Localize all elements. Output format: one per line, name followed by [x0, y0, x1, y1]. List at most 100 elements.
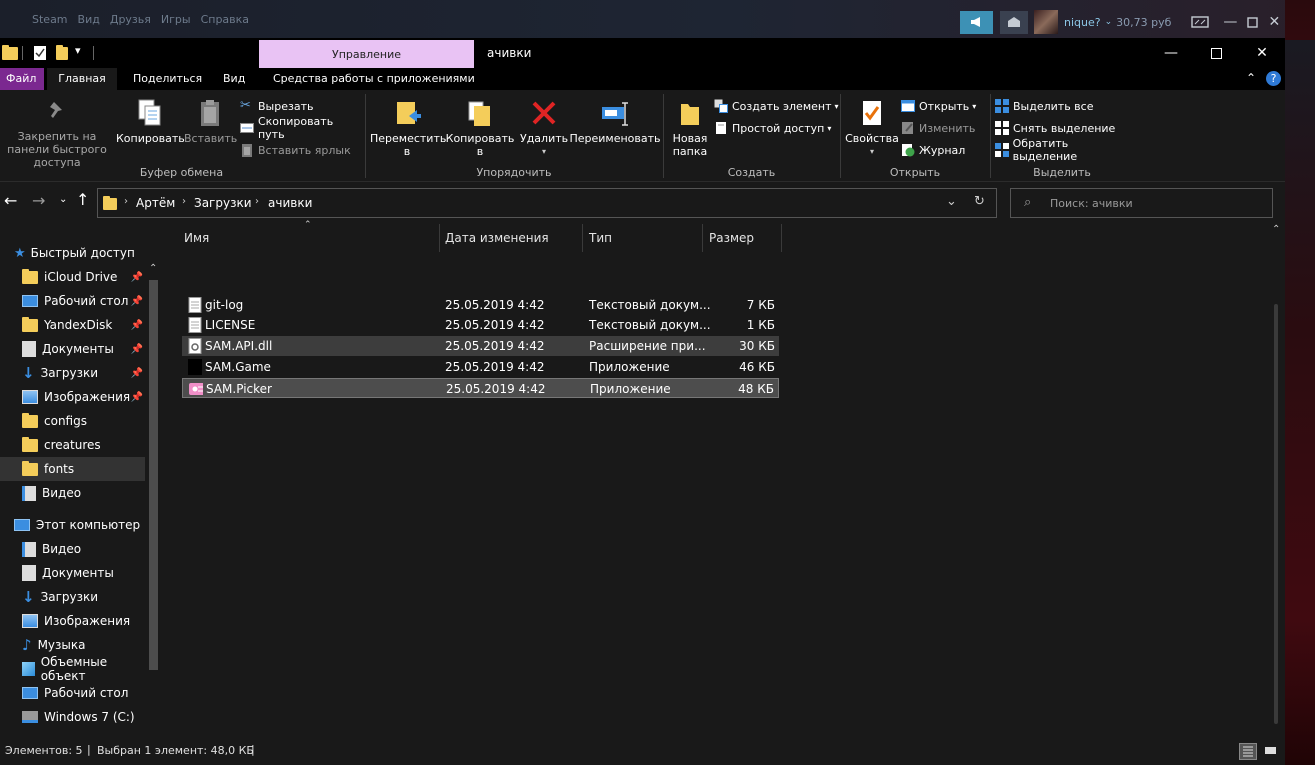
- file-row-sam-game[interactable]: SAM.Game 25.05.2019 4:42 Приложение 46 К…: [182, 357, 779, 377]
- steam-menu-steam[interactable]: Steam: [32, 13, 68, 26]
- refresh-icon[interactable]: ↻: [974, 194, 985, 209]
- breadcrumb-downloads[interactable]: Загрузки: [194, 196, 252, 210]
- nav-pc-videos[interactable]: Видео: [0, 537, 145, 561]
- address-bar[interactable]: › Артём › Загрузки › ачивки ⌄ ↻: [97, 188, 997, 218]
- nav-pc-downloads[interactable]: ↓ Загрузки: [0, 585, 145, 609]
- column-header-date[interactable]: Дата изменения: [440, 224, 583, 252]
- breadcrumb-user[interactable]: Артём: [136, 196, 175, 210]
- new-item-button[interactable]: Создать элемент ▾: [714, 96, 839, 116]
- paste-button[interactable]: Вставить: [184, 98, 237, 145]
- nav-item-configs[interactable]: configs: [0, 409, 145, 433]
- maximize-button[interactable]: [1193, 38, 1239, 68]
- file-row-git-log[interactable]: git-log 25.05.2019 4:42 Текстовый докум.…: [182, 295, 779, 315]
- documents-icon: [22, 565, 36, 581]
- column-header-size[interactable]: Размер: [703, 224, 782, 252]
- tab-share[interactable]: Поделиться: [123, 68, 212, 90]
- large-icons-view-button[interactable]: [1262, 743, 1280, 760]
- select-none-button[interactable]: Снять выделение: [995, 118, 1115, 138]
- close-button[interactable]: ✕: [1239, 38, 1285, 68]
- properties-icon[interactable]: [33, 45, 47, 61]
- avatar[interactable]: [1034, 10, 1058, 34]
- minimize-button[interactable]: —: [1148, 38, 1194, 68]
- nav-pc-drive-c[interactable]: Windows 7 (C:): [0, 705, 145, 729]
- pin-quick-access-button[interactable]: Закрепить на панели быстрого доступа: [0, 98, 114, 169]
- breadcrumb-separator-icon: ›: [255, 196, 259, 207]
- file-row-sam-api-dll[interactable]: SAM.API.dll 25.05.2019 4:42 Расширение п…: [182, 336, 779, 356]
- file-row-sam-picker[interactable]: SAM.Picker 25.05.2019 4:42 Приложение 48…: [182, 378, 779, 398]
- nav-item-yandexdisk[interactable]: YandexDisk 📌: [0, 313, 145, 337]
- recent-locations-icon[interactable]: ⌄: [59, 194, 67, 205]
- nav-item-fonts[interactable]: fonts: [0, 457, 145, 481]
- properties-button[interactable]: Свойства ▾: [845, 98, 899, 158]
- steam-menu-friends[interactable]: Друзья: [110, 13, 151, 26]
- tab-home[interactable]: Главная: [47, 68, 117, 90]
- chevron-down-icon: ⌄: [1104, 17, 1113, 27]
- big-picture-button[interactable]: [1189, 11, 1211, 34]
- copy-button[interactable]: Копировать: [116, 98, 185, 145]
- column-header-type[interactable]: Тип: [583, 224, 703, 252]
- rename-button[interactable]: Переименовать: [569, 98, 661, 145]
- new-folder-button[interactable]: Новая папка: [668, 98, 712, 158]
- nav-item-pictures[interactable]: Изображения 📌: [0, 385, 145, 409]
- nav-quick-access[interactable]: ★ Быстрый доступ: [14, 241, 145, 265]
- up-arrow-icon[interactable]: ↑: [76, 192, 89, 208]
- nav-item-downloads[interactable]: ↓ Загрузки 📌: [0, 361, 145, 385]
- new-folder-icon[interactable]: [56, 45, 68, 60]
- qat-dropdown-icon[interactable]: ▾: [75, 44, 81, 57]
- breadcrumb-separator-icon: ›: [182, 196, 186, 207]
- details-view-button[interactable]: [1239, 743, 1257, 760]
- steam-username[interactable]: nique?: [1064, 16, 1101, 29]
- back-arrow-icon[interactable]: ←: [4, 193, 17, 209]
- background-art-right: [1285, 40, 1315, 765]
- search-box[interactable]: ⌕ Поиск: ачивки: [1010, 188, 1273, 218]
- steam-minimize-button[interactable]: —: [1219, 11, 1241, 34]
- steam-close-button[interactable]: ✕: [1263, 11, 1285, 34]
- easy-access-button[interactable]: Простой доступ ▾: [714, 118, 831, 138]
- tab-file[interactable]: Файл: [0, 68, 44, 90]
- nav-pc-pictures[interactable]: Изображения: [0, 609, 145, 633]
- paste-shortcut-button[interactable]: Вставить ярлык: [240, 140, 351, 160]
- delete-button[interactable]: Удалить ▾: [520, 98, 568, 158]
- invert-selection-button[interactable]: Обратить выделение: [995, 137, 1133, 163]
- file-row-license[interactable]: LICENSE 25.05.2019 4:42 Текстовый докум.…: [182, 315, 779, 335]
- steam-menu-games[interactable]: Игры: [161, 13, 191, 26]
- help-icon[interactable]: ?: [1266, 71, 1281, 86]
- nav-pc-music[interactable]: ♪ Музыка: [0, 633, 145, 657]
- nav-pc-3d-objects[interactable]: Объемные объект: [0, 655, 145, 683]
- nav-pc-desktop[interactable]: Рабочий стол: [0, 681, 145, 705]
- copy-icon: [138, 99, 161, 126]
- edit-button[interactable]: Изменить: [901, 118, 975, 138]
- notifications-button[interactable]: [1000, 10, 1028, 34]
- nav-item-icloud[interactable]: iCloud Drive 📌: [0, 265, 145, 289]
- cut-button[interactable]: ✂ Вырезать: [240, 96, 313, 116]
- scrollbar-thumb[interactable]: [149, 280, 158, 670]
- nav-item-videos[interactable]: Видео: [0, 481, 145, 505]
- tab-view[interactable]: Вид: [213, 68, 255, 90]
- nav-this-pc[interactable]: Этот компьютер: [14, 513, 145, 537]
- address-dropdown-icon[interactable]: ⌄: [946, 194, 957, 209]
- nav-item-desktop[interactable]: Рабочий стол 📌: [0, 289, 145, 313]
- history-button[interactable]: Журнал: [901, 140, 965, 160]
- column-header-name[interactable]: Имя: [178, 224, 440, 252]
- breadcrumb-current[interactable]: ачивки: [268, 196, 312, 210]
- move-to-button[interactable]: Переместить в: [370, 98, 446, 158]
- tab-app-tools[interactable]: Средства работы с приложениями: [263, 68, 485, 90]
- open-button[interactable]: Открыть ▾: [901, 96, 976, 116]
- select-all-icon: [995, 99, 1009, 113]
- tab-manage[interactable]: Управление: [259, 40, 474, 68]
- steam-maximize-button[interactable]: [1241, 11, 1263, 34]
- nav-item-creatures[interactable]: creatures: [0, 433, 145, 457]
- steam-menu-view[interactable]: Вид: [78, 13, 100, 26]
- nav-pc-documents[interactable]: Документы: [0, 561, 145, 585]
- breadcrumb-separator-icon: ›: [124, 196, 128, 207]
- copy-to-button[interactable]: Копировать в: [444, 98, 516, 158]
- content-scrollbar[interactable]: ⌃: [1268, 224, 1285, 739]
- forward-arrow-icon[interactable]: →: [32, 193, 45, 209]
- copy-path-button[interactable]: Скопировать путь: [240, 115, 363, 141]
- broadcast-button[interactable]: [960, 10, 993, 34]
- steam-menu-help[interactable]: Справка: [201, 13, 249, 26]
- nav-item-documents[interactable]: Документы 📌: [0, 337, 145, 361]
- collapse-ribbon-icon[interactable]: ⌃: [1246, 71, 1256, 85]
- select-all-button[interactable]: Выделить все: [995, 96, 1093, 116]
- nav-scrollbar[interactable]: ⌃ ⌄: [146, 263, 161, 762]
